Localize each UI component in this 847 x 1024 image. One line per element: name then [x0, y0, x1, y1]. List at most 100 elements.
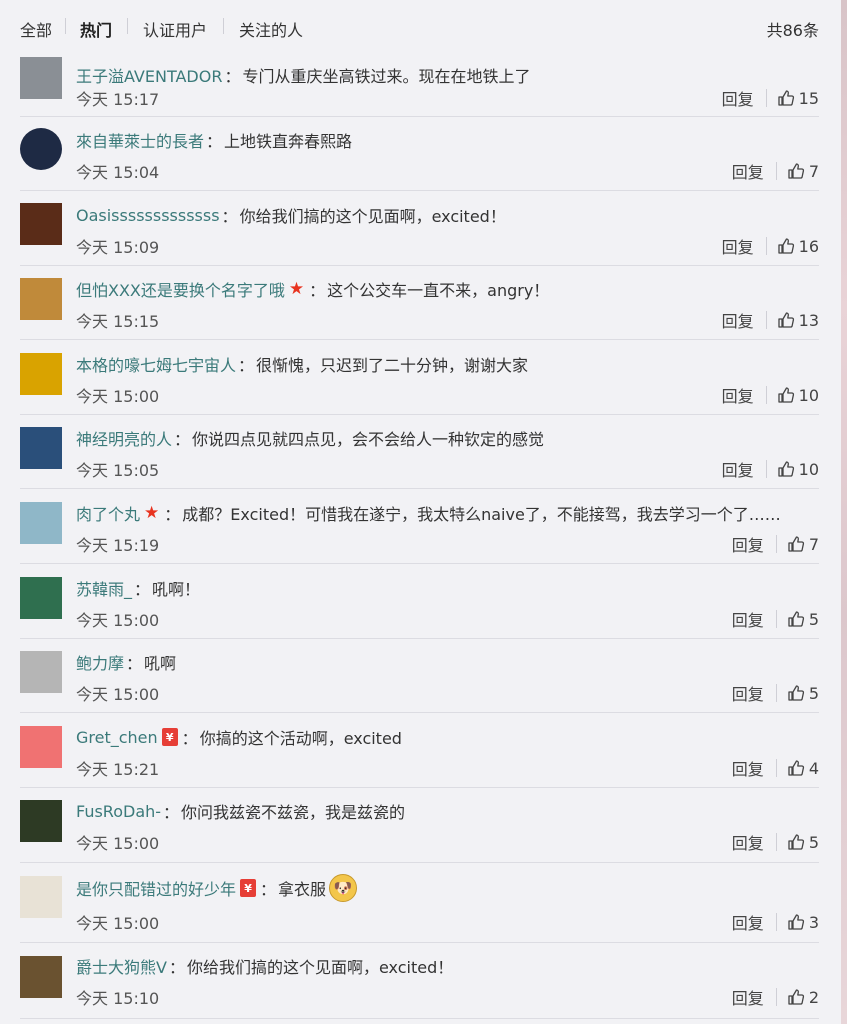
filter-divider — [127, 18, 128, 34]
filter-tab-all[interactable]: 全部 — [20, 17, 52, 41]
comment-content: 爵士大狗熊V：你给我们搞的这个见面啊，excited！ — [76, 954, 453, 978]
like-button[interactable]: 10 — [777, 386, 819, 405]
comment-timestamp: 今天 15:09 — [76, 238, 160, 257]
reply-button[interactable]: 回复 — [722, 383, 754, 407]
like-button[interactable]: 15 — [777, 89, 819, 108]
like-button[interactable]: 5 — [787, 684, 819, 703]
comment-timestamp: 今天 15:00 — [76, 611, 160, 630]
comment-content: 是你只配错过的好少年 ¥：拿衣服 🐶 — [76, 874, 358, 902]
comment-text: 吼啊 — [144, 654, 177, 673]
reply-button[interactable]: 回复 — [732, 830, 764, 854]
avatar[interactable] — [20, 577, 62, 619]
reply-button[interactable]: 回复 — [722, 308, 754, 332]
comment-item: 來自華萊士的長者：上地铁直奔春熙路 今天 15:04 回复 7 — [0, 116, 841, 191]
comment-content: 但怕XXX还是要换个名字了哦 ★：这个公交车一直不来，angry！ — [76, 277, 549, 301]
member-star-icon: ★ — [288, 279, 305, 299]
comment-text: 这个公交车一直不来，angry！ — [327, 281, 550, 300]
comment-item: 本格的嚎七姆七宇宙人：很惭愧，只迟到了二十分钟，谢谢大家 今天 15:00 回复 10 — [0, 340, 841, 415]
avatar[interactable] — [20, 203, 62, 245]
avatar[interactable] — [20, 800, 62, 842]
comment-username[interactable]: 爵士大狗熊V — [76, 954, 167, 978]
filter-tab-following[interactable]: 关注的人 — [239, 17, 303, 41]
like-button[interactable]: 7 — [787, 535, 819, 554]
avatar[interactable] — [20, 502, 62, 544]
reply-button[interactable]: 回复 — [732, 159, 764, 183]
comment-divider — [20, 1018, 819, 1019]
comment-item: 鲍力摩：吼啊 今天 15:00 回复 5 — [0, 638, 841, 713]
colon-separator: ： — [134, 580, 151, 599]
comment-username[interactable]: 來自華萊士的長者 — [76, 128, 204, 152]
reply-button[interactable]: 回复 — [732, 532, 764, 556]
colon-separator: ： — [126, 654, 143, 673]
comment-item: FusRoDah-：你问我兹瓷不兹瓷，我是兹瓷的 今天 15:00 回复 5 — [0, 787, 841, 863]
red-envelope-icon: ¥ — [240, 879, 257, 897]
comment-username[interactable]: 鲍力摩 — [76, 650, 124, 674]
avatar[interactable] — [20, 353, 62, 395]
comment-username[interactable]: 肉了个丸 — [76, 501, 140, 525]
comment-actions: 回复 10 — [722, 383, 819, 407]
filter-divider — [65, 18, 66, 34]
comment-item: 苏韓雨_：吼啊！ 今天 15:00 回复 5 — [0, 564, 841, 639]
like-button[interactable]: 16 — [777, 237, 819, 256]
reply-button[interactable]: 回复 — [732, 607, 764, 631]
action-divider — [775, 535, 777, 553]
comment-username[interactable]: 本格的嚎七姆七宇宙人 — [76, 352, 236, 376]
action-divider — [765, 237, 767, 255]
avatar[interactable] — [20, 651, 62, 693]
comment-username[interactable]: Oasisssssssssssss — [76, 206, 220, 225]
colon-separator: ： — [206, 132, 223, 151]
action-divider — [775, 988, 777, 1006]
avatar[interactable] — [20, 57, 62, 99]
comment-username[interactable]: 苏韓雨_ — [76, 576, 132, 600]
avatar[interactable] — [20, 956, 62, 998]
avatar[interactable] — [20, 876, 62, 918]
comment-text: 你说四点见就四点见，会不会给人一种钦定的感觉 — [192, 430, 545, 449]
reply-button[interactable]: 回复 — [732, 756, 764, 780]
like-button[interactable]: 5 — [787, 833, 819, 852]
like-button[interactable]: 4 — [787, 759, 819, 778]
like-button[interactable]: 2 — [787, 988, 819, 1007]
comment-text: 专门从重庆坐高铁过来。现在在地铁上了 — [242, 67, 531, 86]
comment-timestamp: 今天 15:00 — [76, 387, 160, 406]
reply-button[interactable]: 回复 — [732, 681, 764, 705]
comment-username[interactable]: 但怕XXX还是要换个名字了哦 — [76, 277, 285, 301]
avatar[interactable] — [20, 427, 62, 469]
comment-item: Gret_chen ¥：你搞的这个活动啊，excited 今天 15:21 回复 4 — [0, 713, 841, 788]
comment-timestamp: 今天 15:00 — [76, 834, 160, 853]
like-button[interactable]: 5 — [787, 610, 819, 629]
thumbs-up-icon — [787, 684, 809, 702]
action-divider — [775, 759, 777, 777]
comment-username[interactable]: 是你只配错过的好少年 — [76, 876, 236, 900]
reply-button[interactable]: 回复 — [732, 985, 764, 1009]
like-button[interactable]: 7 — [787, 162, 819, 181]
filter-tab-verified[interactable]: 认证用户 — [143, 17, 207, 41]
comment-username[interactable]: FusRoDah- — [76, 802, 161, 821]
comment-actions: 回复 15 — [722, 86, 819, 110]
member-star-icon: ★ — [144, 503, 160, 523]
comment-username[interactable]: Gret_chen — [76, 728, 158, 747]
avatar[interactable] — [20, 278, 62, 320]
comment-timestamp: 今天 15:00 — [76, 914, 160, 933]
reply-button[interactable]: 回复 — [732, 910, 764, 934]
avatar[interactable] — [20, 726, 62, 768]
like-button[interactable]: 3 — [787, 913, 819, 932]
like-button[interactable]: 10 — [777, 460, 819, 479]
page-background-edge — [841, 0, 847, 1024]
filter-tab-hot[interactable]: 热门 — [80, 17, 112, 41]
like-button[interactable]: 13 — [777, 311, 819, 330]
comment-text: 你搞的这个活动啊，excited — [199, 729, 402, 748]
comment-item: 但怕XXX还是要换个名字了哦 ★：这个公交车一直不来，angry！ 今天 15:15… — [0, 265, 841, 340]
comment-username[interactable]: 王子溢AVENTADOR — [76, 63, 222, 87]
reply-button[interactable]: 回复 — [722, 234, 754, 258]
thumbs-up-icon — [787, 535, 809, 553]
reply-button[interactable]: 回复 — [722, 86, 754, 110]
thumbs-up-icon — [777, 311, 799, 329]
comment-item: Oasisssssssssssss：你给我们搞的这个见面啊，excited！ 今天… — [0, 191, 841, 266]
comment-actions: 回复 16 — [722, 234, 819, 258]
comment-username[interactable]: 神经明亮的人 — [76, 426, 172, 450]
comment-content: 肉了个丸 ★：成都？Excited！可惜我在遂宁，我太特么naive了，不能接驾，… — [76, 501, 781, 525]
red-envelope-icon: ¥ — [161, 728, 178, 746]
reply-button[interactable]: 回复 — [722, 457, 754, 481]
avatar[interactable] — [20, 128, 62, 170]
doge-emoji-icon: 🐶 — [329, 874, 358, 902]
